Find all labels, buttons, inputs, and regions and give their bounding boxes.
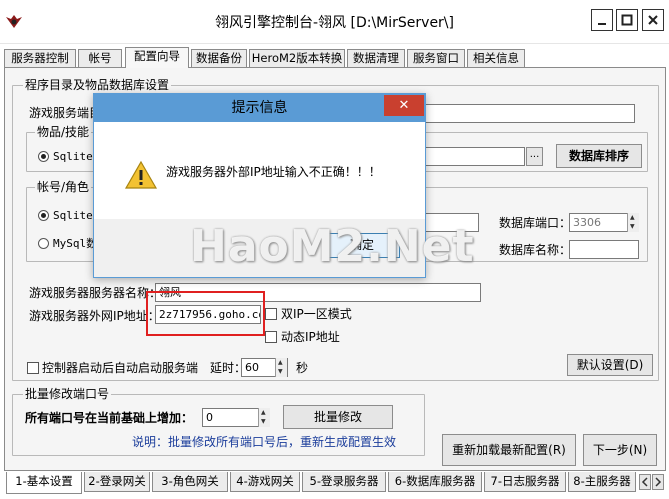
- dialog-titlebar: 提示信息 ✕: [94, 94, 425, 122]
- tab-main-server[interactable]: 8-主服务器: [568, 472, 636, 492]
- db-sort-button[interactable]: 数据库排序: [556, 144, 642, 168]
- tab-herom2-convert[interactable]: HeroM2版本转换: [249, 49, 345, 67]
- tab-related-info[interactable]: 相关信息: [467, 49, 525, 67]
- reload-config-button[interactable]: 重新加载最新配置(R): [442, 434, 576, 466]
- dialog-title: 提示信息: [231, 100, 288, 116]
- game-port-label: 游戏服务端目: [29, 106, 102, 120]
- db-port-label: 数据库端口：: [499, 216, 572, 230]
- server-name-label: 游戏服务器服务器名称：: [29, 286, 162, 300]
- increase-spinner[interactable]: [258, 408, 270, 427]
- tab-config-wizard[interactable]: 配置向导: [125, 47, 189, 68]
- tab-basic-settings[interactable]: 1-基本设置: [6, 472, 82, 494]
- item-sqlite-radio[interactable]: [38, 151, 49, 162]
- program-db-group-label: 程序目录及物品数据库设置: [23, 78, 172, 92]
- dynamic-ip-checkbox[interactable]: [265, 331, 277, 343]
- item-db-path-input[interactable]: [425, 147, 525, 166]
- window-titlebar: 翎风引擎控制台-翎风 [D:\MirServer\]: [0, 0, 669, 44]
- bottom-tab-strip: 1-基本设置 2-登录网关 3-角色网关 4-游戏网关 5-登录服务器 6-数据…: [6, 472, 666, 496]
- next-step-button[interactable]: 下一步(N): [583, 434, 657, 466]
- dialog-message: 游戏服务器外部IP地址输入不正确！！！: [166, 165, 381, 179]
- default-settings-button[interactable]: 默认设置(D): [567, 354, 653, 376]
- top-tab-strip: 服务器控制 帐号 配置向导 数据备份 HeroM2版本转换 数据清理 服务窗口 …: [4, 47, 666, 68]
- tab-server-control[interactable]: 服务器控制: [4, 49, 76, 67]
- warning-icon: [124, 160, 158, 189]
- db-port-spinner[interactable]: [627, 213, 639, 232]
- account-sqlite-radio[interactable]: [38, 210, 49, 221]
- tab-login-server[interactable]: 5-登录服务器: [302, 472, 386, 492]
- db-name-input[interactable]: [569, 240, 639, 259]
- account-mysql-label: MySql数: [53, 237, 98, 250]
- tab-login-gateway[interactable]: 2-登录网关: [84, 472, 150, 492]
- db-name-label: 数据库名称：: [499, 243, 572, 257]
- account-mysql-radio[interactable]: [38, 238, 49, 249]
- account-db-group-label: 帐号/角色: [35, 180, 92, 194]
- batch-note: 说明：批量修改所有端口号后，重新生成配置生效: [132, 435, 397, 449]
- minimize-icon: [598, 23, 606, 25]
- batch-modify-button[interactable]: 批量修改: [283, 405, 393, 429]
- autostart-checkbox[interactable]: [27, 362, 39, 374]
- db-port-value: 3306: [573, 216, 601, 229]
- ip-highlight-box: [146, 291, 265, 336]
- maximize-icon: [621, 14, 633, 26]
- tab-data-cleanup[interactable]: 数据清理: [347, 49, 405, 67]
- dialog-close-button[interactable]: ✕: [384, 95, 424, 116]
- tab-account[interactable]: 帐号: [78, 49, 122, 67]
- browse-button[interactable]: ...: [526, 147, 543, 166]
- dynamic-ip-label: 动态IP地址: [281, 330, 340, 344]
- dual-ip-label: 双IP一区模式: [281, 307, 352, 321]
- chevron-left-icon: [641, 477, 648, 487]
- dual-ip-checkbox[interactable]: [265, 308, 277, 320]
- tab-game-gateway[interactable]: 4-游戏网关: [230, 472, 300, 492]
- delay-unit: 秒: [296, 361, 309, 375]
- maximize-button[interactable]: [616, 9, 638, 31]
- chevron-right-icon: [655, 477, 662, 487]
- tab-db-server[interactable]: 6-数据库服务器: [388, 472, 482, 492]
- minimize-button[interactable]: [591, 9, 613, 31]
- item-db-group-label: 物品/技能: [35, 125, 92, 139]
- tab-scroll-right-button[interactable]: [652, 474, 664, 490]
- close-button[interactable]: [642, 9, 664, 31]
- tab-log-server[interactable]: 7-日志服务器: [484, 472, 566, 492]
- watermark-text: HaoM2.Net: [190, 221, 475, 272]
- tab-scroll-left-button[interactable]: [639, 474, 651, 490]
- close-icon: [648, 15, 658, 25]
- increase-label: 所有端口号在当前基础上增加：: [25, 411, 194, 425]
- window-title: 翎风引擎控制台-翎风 [D:\MirServer\]: [215, 15, 454, 31]
- tab-role-gateway[interactable]: 3-角色网关: [152, 472, 228, 492]
- increase-value: 0: [206, 411, 213, 424]
- tab-service-window[interactable]: 服务窗口: [407, 49, 465, 67]
- tab-data-backup[interactable]: 数据备份: [191, 49, 247, 67]
- delay-spinner[interactable]: [275, 358, 287, 377]
- external-ip-label: 游戏服务器外网IP地址：: [29, 309, 160, 323]
- autostart-label: 控制器启动后自动启动服务端: [42, 361, 199, 375]
- batch-port-group-label: 批量修改端口号: [23, 387, 112, 401]
- delay-value: 60: [245, 361, 259, 374]
- close-icon: ✕: [398, 98, 410, 113]
